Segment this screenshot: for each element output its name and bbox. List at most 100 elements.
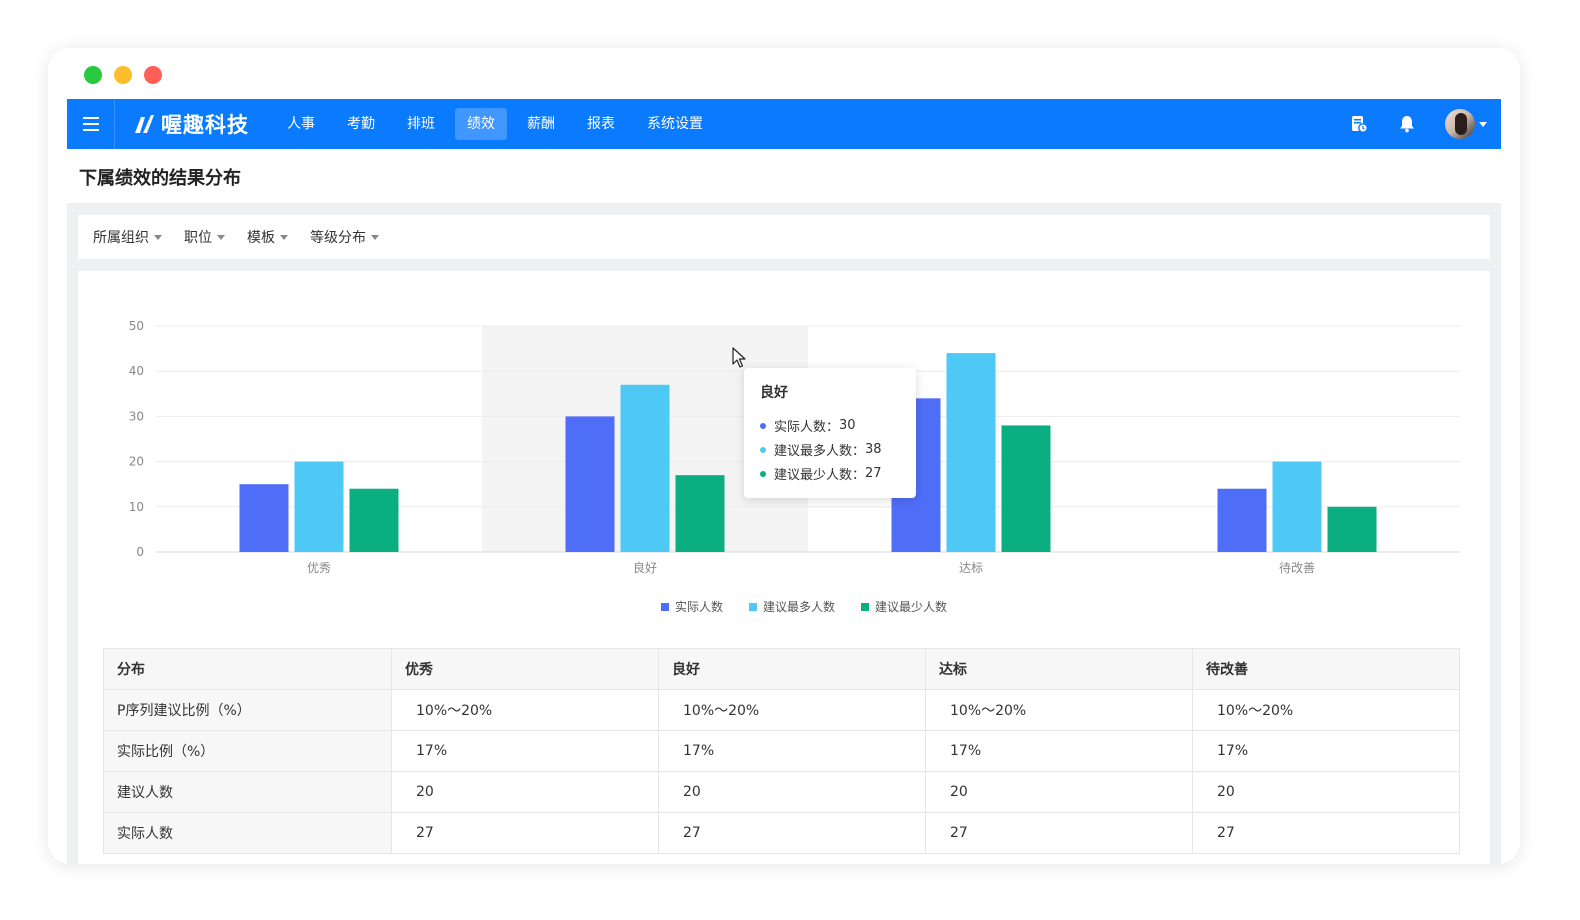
nav-right <box>1349 109 1487 139</box>
window-close-button[interactable] <box>144 66 162 84</box>
app-window: 喔趣科技 人事 考勤 排班 绩效 薪酬 报表 系统设置 下属绩效的结果分布 所属… <box>48 48 1520 864</box>
legend-label: 实际人数 <box>674 600 723 614</box>
main-menu: 人事 考勤 排班 绩效 薪酬 报表 系统设置 <box>275 108 723 140</box>
bar <box>1217 488 1267 552</box>
bar <box>1272 461 1322 552</box>
table-header-row: 分布 优秀 良好 达标 待改善 <box>103 648 1460 690</box>
brand-name: 喔趣科技 <box>161 113 249 137</box>
table-cell: 17% <box>925 730 1193 772</box>
top-navbar: 喔趣科技 人事 考勤 排班 绩效 薪酬 报表 系统设置 <box>67 99 1501 149</box>
tooltip-row: 建议最多人数： 38 <box>760 440 900 459</box>
menu-item-attendance[interactable]: 考勤 <box>335 108 387 140</box>
y-tick-label: 50 <box>129 319 144 333</box>
table-cell: 27 <box>658 812 926 854</box>
bar <box>620 384 670 552</box>
legend-item-min[interactable]: 建议最少人数 <box>861 598 947 615</box>
legend-item-actual[interactable]: 实际人数 <box>660 598 723 615</box>
table-row: P序列建议比例（%） 10%～20% 10%～20% 10%～20% 10%～2… <box>103 689 1460 731</box>
approval-doc-icon[interactable] <box>1349 114 1369 134</box>
bar <box>349 488 399 552</box>
tooltip-value: 38 <box>865 442 882 457</box>
menu-item-reports[interactable]: 报表 <box>575 108 627 140</box>
x-tick-label: 待改善 <box>1279 560 1315 575</box>
table-cell: 27 <box>1192 812 1460 854</box>
avatar[interactable] <box>1445 109 1475 139</box>
bar <box>946 353 996 552</box>
bell-icon[interactable] <box>1397 114 1417 134</box>
filter-template[interactable]: 模板 <box>247 227 288 247</box>
chart-card: 0 10 20 30 40 50 优秀 良好 达标 待改善 良好 实际人数： 30 建议最多人数：… <box>78 271 1490 864</box>
menu-item-performance[interactable]: 绩效 <box>455 108 507 140</box>
table-cell: 27 <box>925 812 1193 854</box>
bar <box>675 475 725 552</box>
table-cell: 10%～20% <box>391 689 659 731</box>
window-controls <box>84 66 162 84</box>
series-dot-icon <box>760 422 766 429</box>
table-row: 实际人数 27 27 27 27 <box>103 812 1460 854</box>
table-cell: 17% <box>391 730 659 772</box>
series-dot-icon <box>760 446 766 453</box>
legend-swatch-icon <box>660 602 669 611</box>
table-header: 良好 <box>658 648 926 690</box>
tooltip-row: 实际人数： 30 <box>760 416 900 435</box>
filter-position[interactable]: 职位 <box>184 227 225 247</box>
caret-down-icon <box>371 234 379 240</box>
table-cell: 20 <box>391 771 659 813</box>
brand-logo-icon <box>135 115 154 133</box>
tooltip-value: 27 <box>865 466 882 481</box>
caret-down-icon <box>217 234 225 240</box>
chart-legend: 实际人数 建议最多人数 建议最少人数 <box>78 598 1490 615</box>
menu-item-scheduling[interactable]: 排班 <box>395 108 447 140</box>
table-cell: 10%～20% <box>658 689 926 731</box>
filter-label: 等级分布 <box>310 230 366 246</box>
legend-item-max[interactable]: 建议最多人数 <box>748 598 835 615</box>
y-tick-label: 20 <box>129 455 144 469</box>
menu-item-payroll[interactable]: 薪酬 <box>515 108 567 140</box>
table-header: 达标 <box>925 648 1193 690</box>
menu-item-settings[interactable]: 系统设置 <box>635 108 715 140</box>
table-row-label: 实际人数 <box>103 812 392 854</box>
table-cell: 10%～20% <box>925 689 1193 731</box>
filter-label: 所属组织 <box>93 230 149 246</box>
tooltip-label: 建议最多人数： <box>774 444 866 459</box>
x-tick-label: 达标 <box>959 561 983 575</box>
chevron-down-icon <box>1479 121 1487 127</box>
table-cell: 20 <box>658 771 926 813</box>
y-tick-label: 10 <box>129 500 144 514</box>
bar <box>239 484 289 552</box>
chart-tooltip: 良好 实际人数： 30 建议最多人数： 38 建议最少人数： 27 <box>744 368 916 498</box>
window-maximize-button[interactable] <box>84 66 102 84</box>
bar <box>565 416 615 552</box>
caret-down-icon <box>154 234 162 240</box>
table-cell: 10%～20% <box>1192 689 1460 731</box>
filter-label: 模板 <box>247 230 275 246</box>
table-header: 分布 <box>103 648 392 690</box>
window-minimize-button[interactable] <box>114 66 132 84</box>
table-row-label: 建议人数 <box>103 771 392 813</box>
page-title: 下属绩效的结果分布 <box>79 168 241 189</box>
bar <box>294 461 344 552</box>
x-tick-label: 良好 <box>633 560 657 575</box>
table-cell: 20 <box>1192 771 1460 813</box>
caret-down-icon <box>280 234 288 240</box>
user-menu[interactable] <box>1445 109 1487 139</box>
x-tick-label: 优秀 <box>307 561 331 575</box>
brand[interactable]: 喔趣科技 <box>133 109 249 139</box>
filter-organization[interactable]: 所属组织 <box>93 227 162 247</box>
table-cell: 17% <box>1192 730 1460 772</box>
bar <box>1327 506 1377 552</box>
y-tick-label: 40 <box>129 364 144 378</box>
filter-grade-distribution[interactable]: 等级分布 <box>310 227 379 247</box>
y-tick-label: 30 <box>129 409 144 423</box>
mouse-cursor-icon <box>732 347 746 368</box>
legend-label: 建议最多人数 <box>762 600 835 614</box>
table-header: 优秀 <box>391 648 659 690</box>
tooltip-value: 30 <box>839 418 856 433</box>
hamburger-menu-icon[interactable] <box>67 99 115 149</box>
table-header: 待改善 <box>1192 648 1460 690</box>
filter-bar: 所属组织 职位 模板 等级分布 <box>78 215 1490 259</box>
legend-swatch-icon <box>748 602 757 611</box>
menu-item-hr[interactable]: 人事 <box>275 108 327 140</box>
table-row-label: P序列建议比例（%） <box>103 689 392 731</box>
legend-label: 建议最少人数 <box>875 600 948 614</box>
